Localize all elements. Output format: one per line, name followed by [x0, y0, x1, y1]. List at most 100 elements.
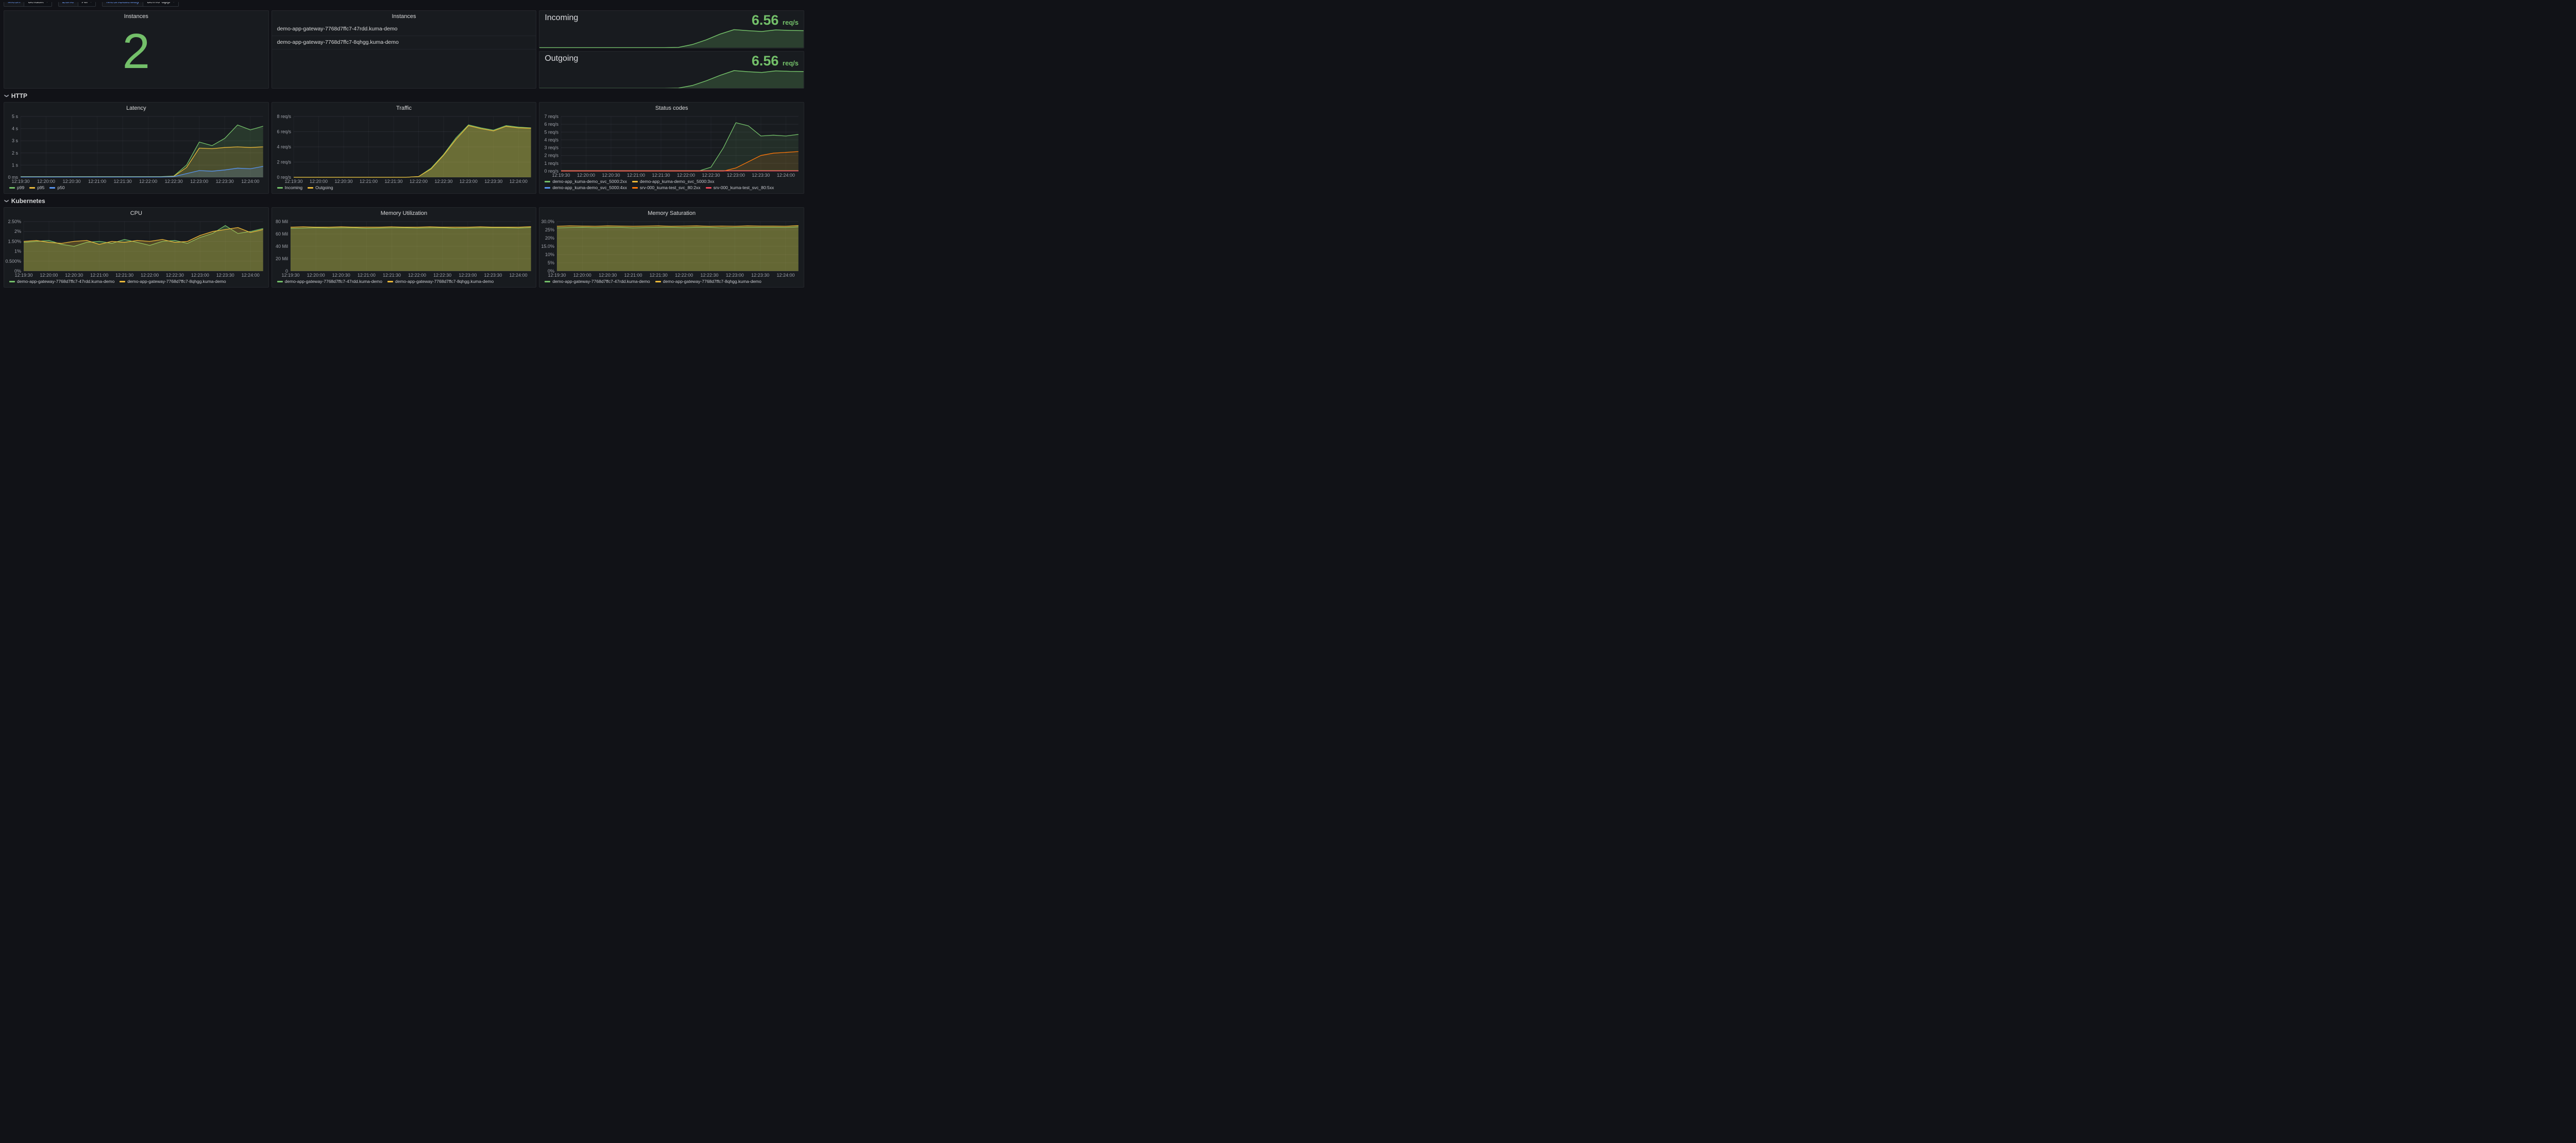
chevron-down-icon: ❯	[4, 94, 9, 98]
panel-title[interactable]: Memory Saturation	[539, 208, 804, 217]
legend-color-marker	[545, 181, 551, 182]
svg-text:12:21:30: 12:21:30	[384, 179, 402, 184]
svg-text:12:22:30: 12:22:30	[701, 273, 719, 278]
panel-title[interactable]: Status codes	[539, 103, 804, 112]
http-row: Latency 0 ms 1 s2 s3 s4 s5 s 12:19:30 12:20…	[4, 102, 804, 194]
panel-title[interactable]: CPU	[4, 208, 268, 217]
svg-text:12:21:00: 12:21:00	[360, 179, 378, 184]
legend-label: p99	[17, 185, 25, 190]
row-header-kubernetes[interactable]: ❯ Kubernetes	[4, 196, 804, 205]
legend-item[interactable]: demo-app-gateway-7768d7ffc7-47rdd.kuma-d…	[9, 279, 114, 284]
legend-item[interactable]: p99	[9, 185, 24, 191]
svg-text:7 req/s: 7 req/s	[545, 114, 559, 119]
panel-title[interactable]: Memory Utilization	[272, 208, 536, 217]
chart-canvas: 020 Mil40 Mil60 Mil80 Mil12:19:30 12:20:0…	[276, 219, 531, 278]
cpu-chart[interactable]: 0% 0.500% 1% 1.50% 2% 2.50% 12:19:30 12:20:00 12…	[5, 218, 266, 278]
legend-label: demo-app-gateway-7768d7ffc7-8qhgg.kuma-d…	[127, 279, 226, 284]
chart-canvas: 0%5%10%15.0%20%25%30.0%12:19:30 12:20:00 1…	[541, 219, 799, 278]
latency-chart[interactable]: 0 ms 1 s2 s3 s4 s5 s 12:19:30 12:20:00 12:20…	[5, 113, 266, 184]
status-codes-chart[interactable]: 0 req/s 1 req/s 2 req/s 3 req/s 4 req/s 5 req…	[540, 113, 802, 178]
legend-item[interactable]: demo-app-gateway-7768d7ffc7-8qhgg.kuma-d…	[120, 279, 226, 284]
legend-item[interactable]: demo-app-gateway-7768d7ffc7-8qhgg.kuma-d…	[387, 279, 494, 284]
legend-item[interactable]: demo-app_kuma-demo_svc_5000:3xx	[632, 179, 715, 184]
memory-saturation-chart[interactable]: 0% 5% 10% 15.0% 20% 25% 30.0% 12:19:30 12:20:00 1…	[540, 218, 802, 278]
legend-item[interactable]: p95	[29, 185, 44, 191]
variable-value: default	[28, 2, 43, 5]
instance-item[interactable]: demo-app-gateway-7768d7ffc7-8qhgg.kuma-d…	[272, 36, 536, 49]
svg-text:30.0%: 30.0%	[541, 219, 555, 224]
svg-text:4 req/s: 4 req/s	[277, 144, 291, 149]
variable-dropdown[interactable]: demo-app▾	[143, 2, 179, 7]
legend-color-marker	[308, 187, 314, 189]
variable-filter: Meshdefault▾	[4, 2, 52, 7]
instance-item[interactable]: demo-app-gateway-7768d7ffc7-47rdd.kuma-d…	[272, 23, 536, 36]
svg-text:4 req/s: 4 req/s	[545, 137, 559, 142]
svg-text:15.0%: 15.0%	[541, 244, 555, 249]
panel-outgoing: Outgoing 6.56 req/s	[539, 51, 804, 89]
variable-dropdown[interactable]: All▾	[77, 2, 96, 7]
svg-text:12:22:00: 12:22:00	[141, 273, 159, 278]
outgoing-rate-number: 6.56	[751, 53, 779, 69]
svg-text:1 req/s: 1 req/s	[545, 161, 559, 166]
panel-title[interactable]: Traffic	[272, 103, 536, 112]
legend-color-marker	[655, 281, 661, 282]
panel-title[interactable]: Outgoing	[545, 54, 578, 63]
legend-label: p95	[37, 185, 45, 190]
legend-color-marker	[277, 281, 283, 282]
incoming-rate-number: 6.56	[751, 12, 779, 28]
legend-item[interactable]: demo-app-gateway-7768d7ffc7-8qhgg.kuma-d…	[655, 279, 761, 284]
variable-dropdown[interactable]: default▾	[24, 2, 52, 7]
svg-text:12:20:00: 12:20:00	[573, 273, 591, 278]
panel-title[interactable]: Instances	[272, 11, 536, 21]
panel-incoming: Incoming 6.56 req/s	[539, 10, 804, 48]
chart-canvas: 0%0.500%1%1.50%2%2.50%12:19:30 12:20:00 12…	[5, 219, 263, 278]
cpu-legend: demo-app-gateway-7768d7ffc7-47rdd.kuma-d…	[4, 278, 268, 287]
legend-item[interactable]: Incoming	[277, 185, 302, 191]
svg-text:20 Mil: 20 Mil	[276, 256, 288, 261]
svg-text:12:19:30: 12:19:30	[284, 179, 302, 184]
panel-latency: Latency 0 ms 1 s2 s3 s4 s5 s 12:19:30 12:20…	[4, 102, 269, 194]
svg-text:80 Mil: 80 Mil	[276, 219, 288, 224]
svg-text:12:24:00: 12:24:00	[510, 179, 528, 184]
legend-color-marker	[9, 281, 15, 282]
svg-text:12:24:00: 12:24:00	[777, 273, 795, 278]
traffic-legend: Incoming Outgoing	[272, 184, 536, 193]
legend-item[interactable]: demo-app-gateway-7768d7ffc7-47rdd.kuma-d…	[277, 279, 382, 284]
svg-text:12:22:00: 12:22:00	[410, 179, 428, 184]
legend-item[interactable]: demo-app_kuma-demo_svc_5000:2xx	[545, 179, 627, 184]
svg-text:12:22:30: 12:22:30	[433, 273, 451, 278]
legend-item[interactable]: Outgoing	[308, 185, 333, 191]
svg-text:2 req/s: 2 req/s	[545, 153, 559, 158]
svg-text:12:22:00: 12:22:00	[677, 173, 695, 178]
legend-color-marker	[632, 181, 638, 182]
row-header-http[interactable]: ❯ HTTP	[4, 91, 804, 99]
legend-item[interactable]: srv-000_kuma-test_svc_80:2xx	[632, 185, 701, 191]
variable-filter: ZoneAll▾	[58, 2, 96, 7]
incoming-sparkline[interactable]	[539, 27, 804, 48]
svg-text:12:19:30: 12:19:30	[548, 273, 566, 278]
outgoing-sparkline[interactable]	[539, 68, 804, 88]
panel-title[interactable]: Instances	[4, 11, 268, 21]
panel-title[interactable]: Latency	[4, 103, 268, 112]
svg-text:12:21:30: 12:21:30	[115, 273, 133, 278]
svg-text:6 req/s: 6 req/s	[545, 122, 559, 127]
variable-value: All	[82, 2, 88, 5]
svg-text:12:23:00: 12:23:00	[191, 273, 209, 278]
legend-color-marker	[277, 187, 283, 189]
legend-item[interactable]: demo-app_kuma-demo_svc_5000:4xx	[545, 185, 627, 191]
legend-item[interactable]: srv-000_kuma-test_svc_80:5xx	[705, 185, 774, 191]
section-title: Kubernetes	[11, 197, 45, 205]
svg-text:40 Mil: 40 Mil	[276, 244, 288, 249]
overview-row: Instances 2 Instances demo-app-gateway-7…	[4, 10, 804, 89]
traffic-chart[interactable]: 0 req/s 2 req/s 4 req/s 6 req/s 8 req/s 12:19…	[273, 113, 534, 184]
memory-utilization-chart[interactable]: 0 20 Mil 40 Mil 60 Mil 80 Mil 12:19:30 12:20:0…	[273, 218, 534, 278]
section-title: HTTP	[11, 92, 28, 99]
svg-text:12:24:00: 12:24:00	[241, 179, 259, 184]
svg-text:12:20:00: 12:20:00	[37, 179, 55, 184]
panel-title[interactable]: Incoming	[545, 13, 578, 23]
legend-item[interactable]: p50	[49, 185, 65, 191]
incoming-header: Incoming 6.56 req/s	[539, 11, 804, 27]
legend-item[interactable]: demo-app-gateway-7768d7ffc7-47rdd.kuma-d…	[545, 279, 650, 284]
svg-text:12:23:30: 12:23:30	[484, 273, 502, 278]
svg-text:5 req/s: 5 req/s	[545, 129, 559, 135]
